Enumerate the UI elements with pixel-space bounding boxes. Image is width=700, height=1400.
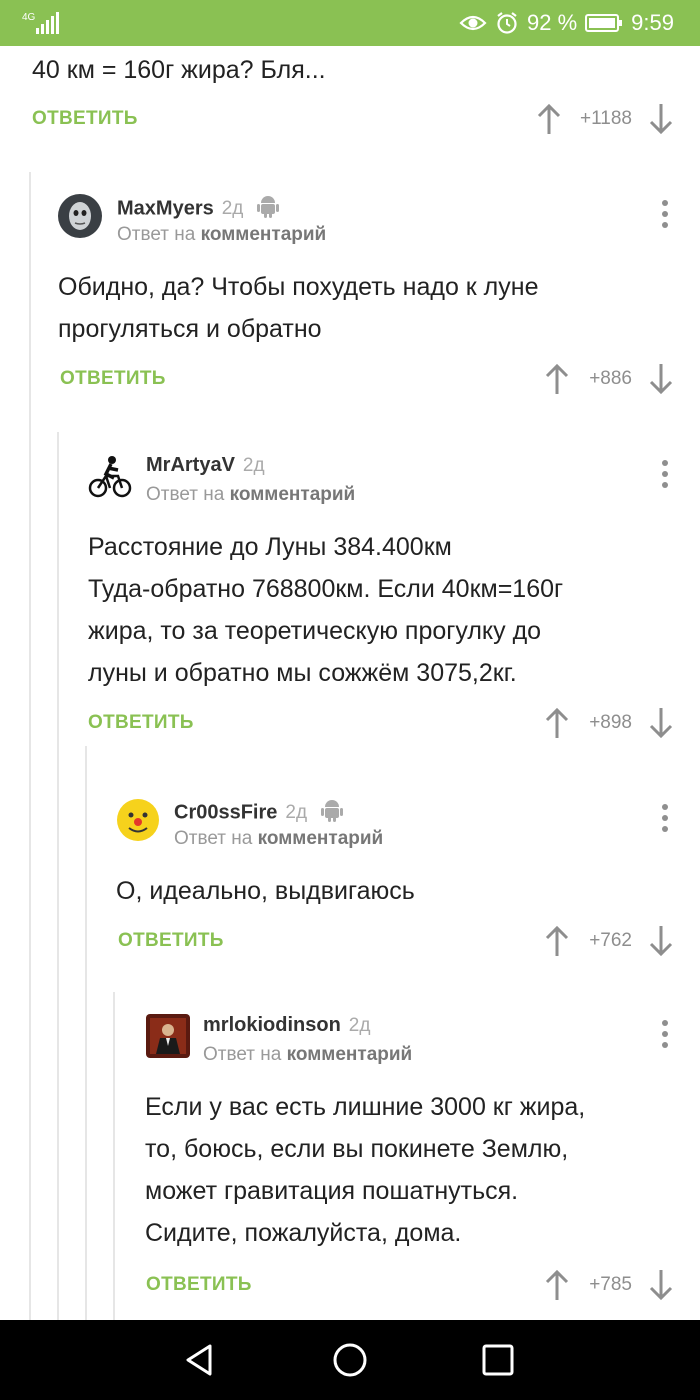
upvote-arrow-icon[interactable] xyxy=(544,362,570,396)
reply-button[interactable]: ОТВЕТИТЬ xyxy=(88,712,194,734)
more-options-icon[interactable] xyxy=(660,804,670,834)
eye-icon xyxy=(459,13,487,33)
navigation-bar xyxy=(0,1320,700,1400)
reply-target[interactable]: комментарий xyxy=(230,484,356,505)
comment-age: 2д xyxy=(348,1015,371,1036)
reply-target[interactable]: комментарий xyxy=(201,224,327,245)
avatar[interactable] xyxy=(88,454,132,498)
username-text[interactable]: MaxMyers xyxy=(117,197,214,219)
signal-icon: 4G xyxy=(22,10,62,36)
comment-line: Сидите, пожалуйста, дома. xyxy=(145,1219,462,1247)
comment-line: О, идеально, выдвигаюсь xyxy=(116,877,415,905)
comment-score: +898 xyxy=(589,712,632,733)
reply-to-link[interactable]: Ответ на комментарий xyxy=(117,224,326,246)
comment-age: 2д xyxy=(221,198,244,220)
reply-button[interactable]: ОТВЕТИТЬ xyxy=(118,930,224,952)
comment-score: +762 xyxy=(589,930,632,951)
reply-prefix: Ответ на xyxy=(117,224,196,245)
downvote-arrow-icon[interactable] xyxy=(648,924,674,958)
upvote-arrow-icon[interactable] xyxy=(536,102,562,136)
recents-icon[interactable] xyxy=(478,1340,518,1380)
thread-line-level-1 xyxy=(29,172,31,1320)
reply-button[interactable]: ОТВЕТИТЬ xyxy=(146,1274,252,1296)
username[interactable]: Cr00ssFire 2д xyxy=(174,798,344,828)
comment-text: Расстояние до Луны 384.400км Туда-обратн… xyxy=(88,526,563,694)
comment-text: Если у вас есть лишние 3000 кг жира, то,… xyxy=(145,1086,585,1254)
downvote-arrow-icon[interactable] xyxy=(648,706,674,740)
reply-prefix: Ответ на xyxy=(174,828,253,849)
comment-line: Туда-обратно 768800км. Если 40км=160г xyxy=(88,575,564,603)
android-icon xyxy=(257,194,280,224)
comment-age: 2д xyxy=(242,455,265,476)
vote-bar: +886 xyxy=(544,362,674,396)
thread-line-level-2 xyxy=(57,432,59,1320)
back-icon[interactable] xyxy=(180,1340,220,1380)
alarm-icon xyxy=(495,11,519,35)
comment-text: О, идеально, выдвигаюсь xyxy=(116,870,415,912)
comment-line: то, боюсь, если вы покинете Землю, xyxy=(145,1135,569,1163)
comment-score: +886 xyxy=(589,368,632,389)
clock: 9:59 xyxy=(631,10,674,35)
upvote-arrow-icon[interactable] xyxy=(544,1268,570,1302)
upvote-arrow-icon[interactable] xyxy=(544,706,570,740)
reply-to-link[interactable]: Ответ на комментарий xyxy=(146,484,355,506)
comment-thread[interactable]: 40 км = 160г жира? Бля... ОТВЕТИТЬ +1188… xyxy=(0,46,700,1320)
vote-bar: +1188 xyxy=(536,102,674,136)
thread-line-level-3 xyxy=(85,746,87,1320)
battery-icon xyxy=(585,13,623,33)
android-icon xyxy=(321,798,344,828)
network-type: 4G xyxy=(22,12,36,23)
downvote-arrow-icon[interactable] xyxy=(648,1268,674,1302)
comment-score: +785 xyxy=(589,1274,632,1295)
username[interactable]: MaxMyers 2д xyxy=(117,194,280,224)
username-text[interactable]: Cr00ssFire xyxy=(174,801,277,823)
comment-line: прогуляться и обратно xyxy=(58,315,322,343)
reply-target[interactable]: комментарий xyxy=(287,1044,413,1065)
status-bar: 4G 92 % 9:59 xyxy=(0,0,700,46)
comment-line: Если у вас есть лишние 3000 кг жира, xyxy=(145,1093,586,1121)
thread-line-level-4 xyxy=(113,992,115,1320)
downvote-arrow-icon[interactable] xyxy=(648,362,674,396)
vote-bar: +762 xyxy=(544,924,674,958)
home-icon[interactable] xyxy=(330,1340,370,1380)
comment-line: может гравитация пошатнуться. xyxy=(145,1177,519,1205)
downvote-arrow-icon[interactable] xyxy=(648,102,674,136)
comment-score: +1188 xyxy=(580,108,632,129)
comment-line: Обидно, да? Чтобы похудеть надо к луне xyxy=(58,273,539,301)
comment-line: луны и обратно мы сожжём 3075,2кг. xyxy=(88,659,517,687)
avatar[interactable] xyxy=(146,1014,190,1058)
comment-text: Обидно, да? Чтобы похудеть надо к луне п… xyxy=(58,266,538,350)
upvote-arrow-icon[interactable] xyxy=(544,924,570,958)
comment-line: жира, то за теоретическую прогулку до xyxy=(88,617,542,645)
more-options-icon[interactable] xyxy=(660,460,670,490)
more-options-icon[interactable] xyxy=(660,200,670,230)
avatar[interactable] xyxy=(58,194,102,238)
username[interactable]: mrlokiodinson 2д xyxy=(203,1014,370,1037)
username-text[interactable]: mrlokiodinson xyxy=(203,1014,341,1036)
comment-line: Расстояние до Луны 384.400км xyxy=(88,533,452,561)
username[interactable]: MrArtyaV 2д xyxy=(146,454,265,477)
reply-prefix: Ответ на xyxy=(146,484,225,505)
avatar[interactable] xyxy=(116,798,160,842)
username-text[interactable]: MrArtyaV xyxy=(146,454,235,476)
reply-to-link[interactable]: Ответ на комментарий xyxy=(174,828,383,850)
reply-button[interactable]: ОТВЕТИТЬ xyxy=(32,108,138,130)
reply-button[interactable]: ОТВЕТИТЬ xyxy=(60,368,166,390)
comment-text: 40 км = 160г жира? Бля... xyxy=(32,56,326,84)
reply-target[interactable]: комментарий xyxy=(258,828,384,849)
more-options-icon[interactable] xyxy=(660,1020,670,1050)
reply-to-link[interactable]: Ответ на комментарий xyxy=(203,1044,412,1066)
vote-bar: +898 xyxy=(544,706,674,740)
comment-age: 2д xyxy=(285,802,308,824)
battery-percent: 92 % xyxy=(527,10,578,35)
reply-prefix: Ответ на xyxy=(203,1044,282,1065)
vote-bar: +785 xyxy=(544,1268,674,1302)
